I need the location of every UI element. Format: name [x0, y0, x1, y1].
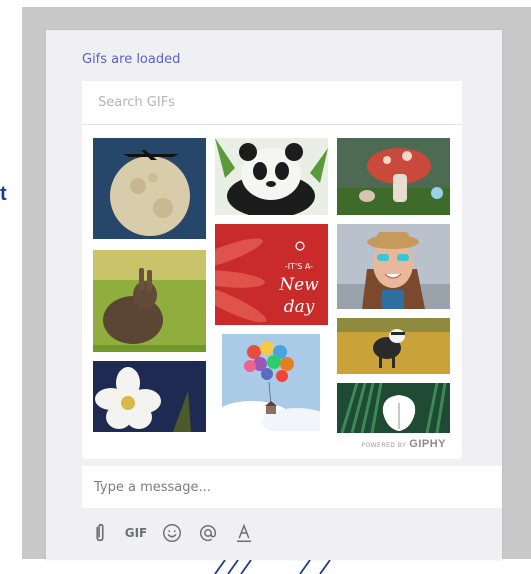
background-edge-text: t — [0, 183, 7, 205]
giphy-logo: GIPHY — [409, 438, 446, 450]
compose-toolbar: GIF — [82, 518, 262, 548]
goat-gif — [337, 318, 450, 374]
white-flower-gif — [93, 361, 206, 432]
mushroom-gif — [337, 138, 450, 215]
gif-tile[interactable] — [93, 138, 206, 239]
new-day-top-text: -IT'S A- — [285, 262, 313, 271]
gif-tile[interactable] — [337, 383, 450, 433]
emoji-button[interactable] — [154, 518, 190, 548]
smiley-icon — [163, 524, 181, 542]
balloon-house-gif — [222, 334, 320, 431]
gif-tile[interactable] — [337, 318, 450, 374]
gif-tile[interactable] — [93, 361, 206, 432]
giphy-attribution: POWERED BY GIPHY — [361, 438, 446, 450]
new-day-bottom-text: day — [284, 297, 315, 317]
gif-tile[interactable] — [93, 250, 206, 352]
smiling-woman-gif — [337, 224, 450, 309]
message-input[interactable] — [82, 466, 502, 508]
format-button[interactable] — [226, 518, 262, 548]
at-sign-icon — [199, 525, 217, 542]
panda-gif — [215, 138, 328, 215]
new-day-gif: -IT'S A- New day — [215, 224, 328, 325]
rabbit-gif — [93, 250, 206, 352]
gif-search-input[interactable] — [82, 81, 462, 125]
paperclip-icon — [96, 523, 104, 542]
green-leaves-gif — [337, 383, 450, 433]
attach-button[interactable] — [82, 518, 118, 548]
gif-picker: -IT'S A- New day — [82, 81, 462, 459]
gif-tile[interactable] — [215, 138, 328, 215]
gif-status-text: Gifs are loaded — [82, 52, 181, 67]
gif-tile[interactable]: -IT'S A- New day — [215, 224, 328, 325]
text-format-icon — [236, 523, 252, 542]
mention-button[interactable] — [190, 518, 226, 548]
gif-tile[interactable] — [337, 138, 450, 215]
giphy-powered-text: POWERED BY — [361, 442, 407, 449]
gif-tile[interactable] — [337, 224, 450, 309]
gif-tile[interactable] — [222, 334, 320, 431]
moon-airplane-gif — [93, 138, 206, 239]
new-day-mid-text: New — [278, 275, 319, 295]
gif-button[interactable]: GIF — [118, 518, 154, 548]
gif-button-label: GIF — [124, 526, 148, 540]
